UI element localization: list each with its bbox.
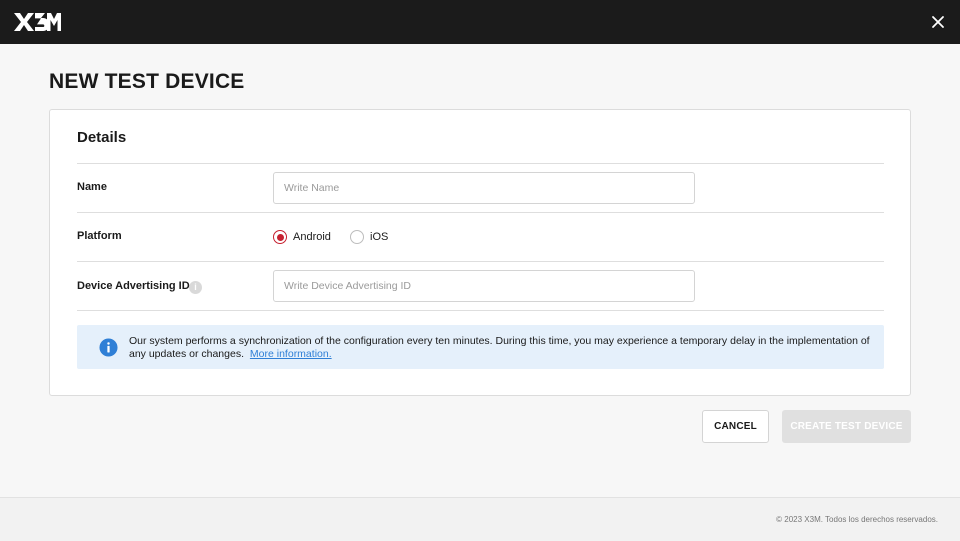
page-title: NEW TEST DEVICE: [49, 70, 245, 93]
radio-checked-icon: [273, 230, 287, 244]
info-circle-icon[interactable]: i: [189, 281, 202, 294]
radio-android[interactable]: Android: [273, 230, 331, 244]
platform-label: Platform: [77, 230, 122, 242]
radio-ios[interactable]: iOS: [350, 230, 388, 244]
card-title: Details: [77, 129, 127, 146]
name-label: Name: [77, 181, 107, 193]
close-icon[interactable]: [930, 14, 946, 30]
divider: [77, 261, 884, 262]
x3m-logo: [14, 13, 61, 31]
advertising-id-label: Device Advertising ID: [77, 280, 190, 292]
top-bar: [0, 0, 960, 44]
notice-message: Our system performs a synchronization of…: [129, 335, 870, 360]
sync-notice: Our system performs a synchronization of…: [77, 325, 884, 369]
radio-ios-label: iOS: [370, 231, 389, 243]
details-card: Details Name Platform Android iOS Device…: [49, 109, 911, 396]
cancel-button[interactable]: CANCEL: [702, 410, 769, 443]
create-test-device-button[interactable]: CREATE TEST DEVICE: [782, 410, 911, 443]
divider: [77, 212, 884, 213]
footer: © 2023 X3M. Todos los derechos reservado…: [0, 498, 960, 541]
info-icon: [99, 338, 118, 357]
copyright-text: © 2023 X3M. Todos los derechos reservado…: [776, 515, 938, 524]
radio-android-label: Android: [293, 231, 331, 243]
radio-unchecked-icon: [350, 230, 364, 244]
more-information-link[interactable]: More information.: [250, 348, 332, 360]
notice-text: Our system performs a synchronization of…: [129, 335, 879, 361]
divider: [77, 163, 884, 164]
name-input[interactable]: [273, 172, 695, 204]
advertising-id-input[interactable]: [273, 270, 695, 302]
divider: [77, 310, 884, 311]
